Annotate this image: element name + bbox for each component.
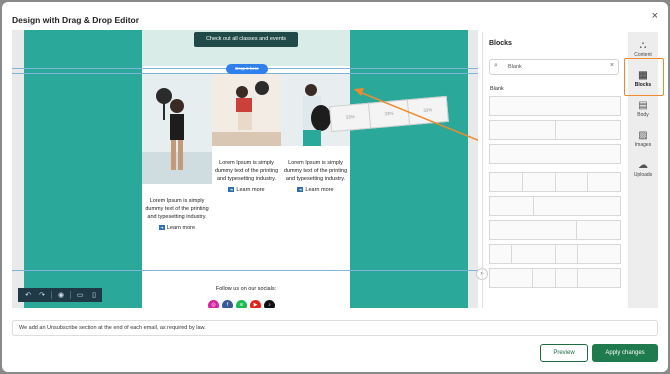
blocks-search-input[interactable]: ⌕ Blank × <box>489 59 619 75</box>
block-mixed-columns[interactable] <box>489 244 621 264</box>
nav-body[interactable]: ▤ Body <box>628 100 658 118</box>
nav-uploads[interactable]: ☁ Uploads <box>628 160 658 178</box>
apply-changes-button[interactable]: Apply changes <box>592 344 658 362</box>
nav-content[interactable]: ⛬ Content <box>628 40 658 58</box>
blocks-highlight <box>624 58 664 96</box>
search-value: Blank <box>508 64 522 70</box>
desktop-icon[interactable]: ▭ <box>75 291 85 299</box>
toolbar-divider <box>51 291 52 299</box>
block-2-1-columns[interactable] <box>489 220 621 240</box>
redo-icon[interactable]: ↷ <box>37 291 47 299</box>
preview-eye-icon[interactable]: ◉ <box>56 291 66 299</box>
drag-arrow <box>354 88 478 142</box>
nav-label: Images <box>634 142 652 148</box>
unsubscribe-note: We add an Unsubscribe section at the end… <box>12 320 658 336</box>
editor-dialog: Design with Drag & Drop Editor × Check o… <box>2 2 668 372</box>
undo-icon[interactable]: ↶ <box>23 291 33 299</box>
shapes-icon: ⛬ <box>639 40 647 51</box>
block-1-column-alt[interactable] <box>489 144 621 164</box>
body-layout-icon: ▤ <box>638 100 648 111</box>
block-5-columns[interactable] <box>489 268 621 288</box>
mobile-icon[interactable]: ▯ <box>89 291 99 299</box>
block-1-column[interactable] <box>489 96 621 116</box>
clear-search-icon[interactable]: × <box>610 62 614 69</box>
nav-images[interactable]: ▨ Images <box>628 130 658 148</box>
panel-title: Blocks <box>489 40 512 47</box>
toolbar-divider <box>70 291 71 299</box>
block-1-3-columns[interactable] <box>489 196 621 216</box>
block-4-columns[interactable] <box>489 172 621 192</box>
close-icon[interactable]: × <box>652 10 658 22</box>
email-canvas[interactable]: Check out all classes and events Lorem I… <box>12 30 478 308</box>
image-icon: ▨ <box>638 130 648 141</box>
editor-toolbar: ↶ ↷ ◉ ▭ ▯ <box>18 288 102 302</box>
nav-label: Uploads <box>633 172 653 178</box>
blocks-panel: Blocks ⌕ Blank × Blank <box>482 32 628 308</box>
nav-label: Body <box>637 112 649 118</box>
search-icon: ⌕ <box>494 62 498 69</box>
preview-button[interactable]: Preview <box>540 344 588 362</box>
block-2-columns[interactable] <box>489 120 621 140</box>
cloud-upload-icon: ☁ <box>638 160 648 171</box>
blank-section-label: Blank <box>490 86 504 92</box>
dialog-title: Design with Drag & Drop Editor <box>12 15 140 25</box>
